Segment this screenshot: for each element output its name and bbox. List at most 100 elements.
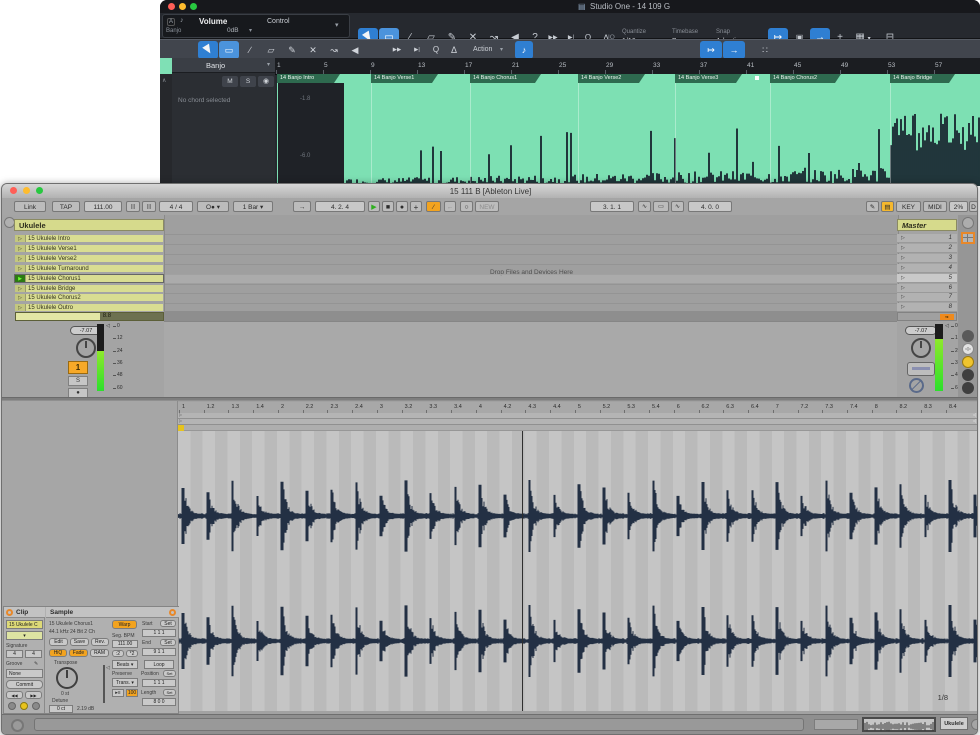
loop-button[interactable]: ▭ xyxy=(653,201,669,212)
metronome-toggle[interactable]: O● ▾ xyxy=(197,201,229,212)
clip-name-field[interactable]: 15 Ukulele C xyxy=(6,620,43,629)
close-button[interactable] xyxy=(10,187,17,194)
clip-launch-button[interactable]: ▷ xyxy=(15,304,26,311)
control-dropdown-icon[interactable]: ▾ xyxy=(335,21,339,29)
edit-play-from-button[interactable]: ▶▶ xyxy=(388,41,406,59)
back-to-arrangement-button[interactable]: ▪▸ xyxy=(940,314,954,320)
position-set-button[interactable]: Set xyxy=(163,670,176,677)
edit-options-button[interactable]: ∷ xyxy=(754,41,776,59)
s1-param-box[interactable]: A ♪ Volume Banjo 0dB ▾ Control ▾ xyxy=(162,14,350,38)
groove-pencil-icon[interactable]: ✎ xyxy=(34,661,38,667)
preview-cue-button[interactable] xyxy=(909,378,924,393)
time-signature-field[interactable]: 4 / 4 xyxy=(159,201,193,212)
nudge-up-button[interactable]: ||| xyxy=(142,201,156,212)
signature-numerator-field[interactable]: 4 xyxy=(6,650,23,658)
clip-slot[interactable]: ▷15 Ukulele Outro xyxy=(14,303,164,312)
s1-clip-tab[interactable]: 14 Banjo Intro xyxy=(277,74,340,83)
ram-button[interactable]: RAM xyxy=(90,649,109,657)
follow-button[interactable]: → xyxy=(293,201,311,212)
edit-metronome-button[interactable]: Δ xyxy=(446,41,462,59)
loop-toggle-button[interactable]: Loop xyxy=(144,660,174,669)
preserve-chooser[interactable]: Trans. ▾ xyxy=(112,678,138,687)
clip-slot[interactable]: ▷15 Ukulele Chorus2 xyxy=(14,293,164,302)
minimize-button[interactable] xyxy=(23,187,30,194)
clip-slot[interactable]: ▷15 Ukulele Turnaround xyxy=(14,264,164,273)
start-value-field[interactable]: 1 1 1 xyxy=(142,629,176,637)
action-menu[interactable]: Action xyxy=(473,46,492,53)
param-db-value[interactable]: 0dB xyxy=(227,27,239,34)
nudge-forward-button[interactable]: ▶▶ xyxy=(25,691,42,699)
show-crossfade-toggle[interactable] xyxy=(962,382,974,394)
commit-button[interactable]: Commit xyxy=(6,680,43,689)
scene-slot[interactable]: ▷6 xyxy=(897,284,957,293)
minimize-button[interactable] xyxy=(179,3,186,10)
warp-mode-chooser[interactable]: Beats ▾ xyxy=(112,660,138,669)
action-dropdown-icon[interactable]: ▾ xyxy=(500,46,503,53)
clip-launch-button[interactable]: ▶ xyxy=(15,275,26,282)
s1-clip-tab[interactable]: 14 Banjo Verse2 xyxy=(578,74,645,83)
clip-launch-button[interactable]: ▷ xyxy=(15,245,26,252)
monitor-button[interactable]: ◉ xyxy=(258,76,274,87)
save-sample-button[interactable]: Save xyxy=(70,638,89,646)
length-set-button[interactable]: Set xyxy=(163,689,176,696)
clip-slot[interactable]: ▷15 Ukulele Bridge xyxy=(14,284,164,293)
tempo-double-button[interactable]: *2 xyxy=(126,650,138,657)
clip-slot[interactable]: ▷15 Ukulele Verse2 xyxy=(14,254,164,263)
punch-in-button[interactable]: ∿ xyxy=(638,201,651,212)
tempo-half-button[interactable]: :2 xyxy=(112,650,124,657)
panel-expand-icon[interactable] xyxy=(169,609,176,616)
scene-slot[interactable]: ▷5 xyxy=(897,274,957,283)
edit-q-button[interactable]: Q xyxy=(428,41,444,59)
clip-overview-strip[interactable] xyxy=(862,717,936,732)
punch-out-button[interactable]: ∿ xyxy=(671,201,684,212)
envelope-tab-button[interactable] xyxy=(32,702,40,710)
s1-arrangement-area[interactable]: -1.8 -6.0 14 Banjo Intro14 Banjo Verse11… xyxy=(277,74,980,186)
clip-activator-icon[interactable] xyxy=(6,609,13,616)
stop-button[interactable]: ■ xyxy=(382,201,394,212)
show-sends-toggle[interactable]: ◁▷ xyxy=(962,343,974,355)
quantization-menu[interactable]: 1 Bar ▾ xyxy=(233,201,273,212)
ab-titlebar[interactable]: 15 111 B [Ableton Live] xyxy=(2,184,978,199)
edit-split-tool-button[interactable]: ∕ xyxy=(240,41,260,59)
show-io-toggle[interactable] xyxy=(962,330,974,342)
automation-arm-button[interactable]: ∕ xyxy=(426,201,441,212)
arrangement-record-button[interactable]: ● xyxy=(396,201,408,212)
edit-sample-button[interactable]: Edit xyxy=(49,638,68,646)
end-value-field[interactable]: 9 1 1 xyxy=(142,648,176,656)
arrangement-position-display[interactable]: 4. 2. 4 xyxy=(315,201,365,212)
clip-launch-button[interactable]: ▷ xyxy=(15,255,26,262)
mute-button[interactable]: M xyxy=(222,76,238,87)
clip-slot[interactable]: ▶15 Ukulele Chorus1 xyxy=(14,274,164,283)
track-solo-button[interactable]: S xyxy=(68,376,88,386)
midi-map-button[interactable]: MIDI xyxy=(923,201,947,212)
scene-slot[interactable]: ▷2 xyxy=(897,244,957,253)
tempo-field[interactable]: 111.00 xyxy=(84,201,122,212)
detune-field[interactable]: 0 ct xyxy=(49,705,73,713)
edit-range-tool-button[interactable]: ▭ xyxy=(219,41,239,59)
quantize-note-button[interactable]: ♪ xyxy=(515,41,533,59)
groove-chooser[interactable]: None xyxy=(6,669,43,678)
edit-follow-button[interactable]: → xyxy=(723,41,745,59)
reverse-sample-button[interactable]: Rev. xyxy=(91,638,109,646)
session-record-button[interactable]: ○ xyxy=(460,201,473,212)
new-button[interactable]: NEW xyxy=(475,201,499,212)
track-activator-button[interactable]: 1 xyxy=(68,361,88,374)
clip-launch-button[interactable]: ▷ xyxy=(15,265,26,272)
nudge-down-button[interactable]: ||| xyxy=(126,201,140,212)
scene-slot[interactable]: ▷8 xyxy=(897,303,957,312)
pan-knob[interactable] xyxy=(76,338,96,358)
s1-clip-tab[interactable]: 14 Banjo Bridge xyxy=(890,74,955,83)
edit-eraser-tool-button[interactable]: ▱ xyxy=(261,41,281,59)
session-overview-toggle[interactable] xyxy=(962,217,974,229)
length-value-field[interactable]: 8 0 0 xyxy=(142,698,176,706)
s1-clip-tab[interactable]: 14 Banjo Chorus1 xyxy=(470,74,541,83)
detail-view-chevron[interactable] xyxy=(971,719,978,730)
crossfade-assign-box[interactable] xyxy=(907,362,935,376)
fade-button[interactable]: Fade xyxy=(69,649,88,657)
transient-envelope-field[interactable]: 100 xyxy=(126,689,138,697)
end-set-button[interactable]: Set xyxy=(160,639,176,646)
master-pan-knob[interactable] xyxy=(911,338,931,358)
hiq-button[interactable]: HiQ xyxy=(49,649,67,657)
show-mixer-toggle[interactable] xyxy=(962,356,974,368)
clip-slot[interactable]: ▷15 Ukulele Verse1 xyxy=(14,244,164,253)
